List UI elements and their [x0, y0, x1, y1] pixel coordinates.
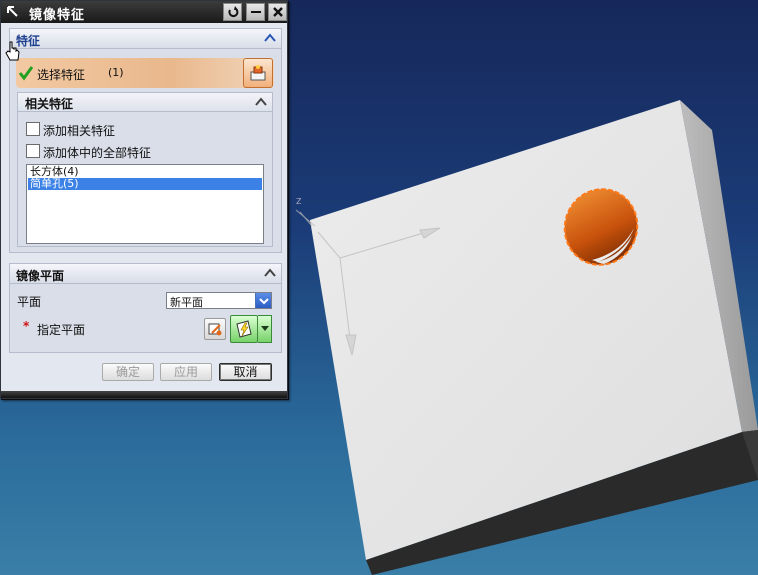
mirror-feature-dialog: 镜像特征 特征 选择特征 (1) 相关特征 添加相关特征 添加体中的全部特征 长… [0, 0, 288, 399]
add-all-in-body-checkbox[interactable] [26, 144, 40, 158]
chevron-up-icon [264, 268, 276, 277]
plane-type-dropdown[interactable] [258, 315, 272, 343]
dialog-titlebar[interactable]: 镜像特征 [1, 1, 287, 23]
add-related-checkbox[interactable] [26, 122, 40, 136]
minimize-icon [250, 11, 261, 13]
related-features-header[interactable]: 相关特征 [17, 92, 273, 112]
add-all-in-body-label: 添加体中的全部特征 [43, 146, 152, 160]
apply-button[interactable]: 应用 [160, 363, 212, 381]
chevron-up-icon [264, 33, 276, 42]
reset-button[interactable] [223, 3, 242, 21]
reset-icon [227, 6, 238, 18]
chevron-up-icon [255, 97, 267, 106]
select-feature-row[interactable]: 选择特征 (1) [16, 58, 274, 88]
dialog-arrow-icon [7, 6, 18, 17]
features-section-header[interactable]: 特征 [9, 28, 282, 49]
select-feature-button[interactable] [243, 58, 273, 88]
add-related-label: 添加相关特征 [43, 124, 116, 138]
required-asterisk: * [23, 319, 30, 333]
plane-label: 平面 [17, 295, 42, 309]
close-icon [272, 7, 283, 17]
ok-button[interactable]: 确定 [102, 363, 154, 381]
related-features-title: 相关特征 [25, 97, 74, 111]
specify-plane-label: 指定平面 [37, 323, 86, 337]
plane-dialog-icon [208, 323, 222, 336]
minimize-button[interactable] [246, 3, 265, 21]
chevron-down-icon [260, 326, 269, 331]
cancel-button[interactable]: 取消 [219, 363, 272, 381]
inferred-plane-button[interactable] [230, 315, 258, 343]
chevron-down-icon [258, 297, 269, 304]
block-solid[interactable] [310, 100, 758, 575]
plane-dialog-button[interactable] [204, 318, 226, 340]
plane-select[interactable]: 新平面 [166, 292, 272, 309]
plane-lightning-icon [236, 320, 252, 338]
feature-list[interactable]: 长方体(4) 简单孔(5) [26, 164, 264, 244]
dialog-bottom-border [1, 391, 287, 398]
dropdown-arrow[interactable] [255, 293, 271, 308]
dialog-title: 镜像特征 [29, 8, 86, 23]
close-button[interactable] [268, 3, 287, 21]
list-item[interactable]: 简单孔(5) [28, 178, 262, 190]
feature-select-icon [250, 65, 266, 81]
hand-cursor-icon [5, 41, 20, 61]
mirror-plane-section-header[interactable]: 镜像平面 [9, 263, 282, 284]
mirror-plane-section-title: 镜像平面 [16, 269, 65, 283]
select-feature-count: (1) [108, 66, 124, 79]
plane-select-value: 新平面 [170, 296, 203, 309]
z-axis-label: Z [296, 197, 302, 206]
select-feature-label: 选择特征 [37, 68, 86, 82]
checkmark-icon [18, 66, 34, 81]
